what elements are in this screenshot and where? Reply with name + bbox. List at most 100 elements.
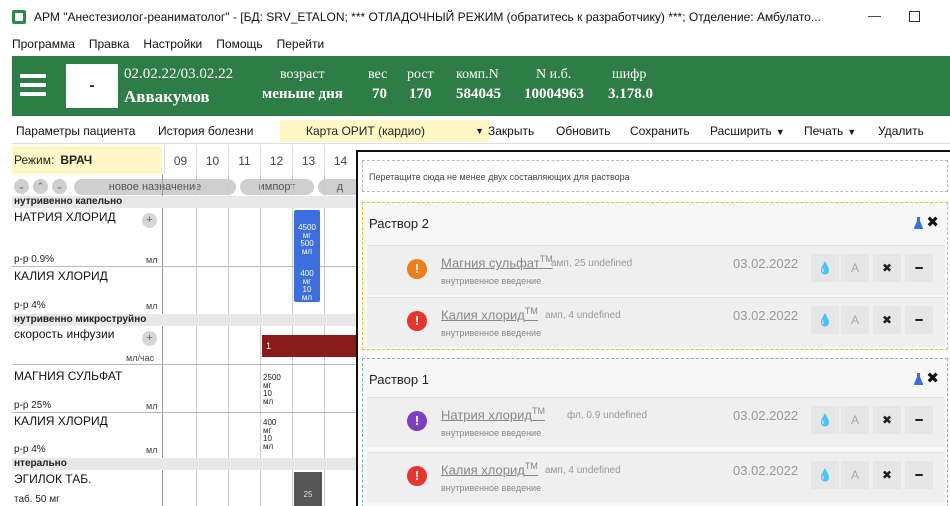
solution-item: ! Калия хлоридTM амп, 4 undefined внутри… [367,452,945,502]
menu-edit[interactable]: Правка [89,37,130,51]
scroll-up-icon[interactable]: ⌃ [33,179,48,194]
drug-link[interactable]: Калия хлоридTM [441,461,538,477]
minus-button[interactable]: ━ [905,406,933,434]
grid-line [162,174,163,506]
delete-button[interactable]: Удалить [878,124,924,138]
a-button[interactable]: A [841,254,869,282]
drug-detail: амп, 25 undefined [551,258,633,269]
scroll-down-icon[interactable]: ⌄ [14,179,29,194]
drop-zone[interactable]: Перетащите сюда не менее двух составляющ… [362,160,948,192]
expand-button[interactable]: Расширить ▼ [710,124,785,138]
chevron-down-icon[interactable]: ⌄ [52,179,67,194]
history-button[interactable]: История болезни [158,124,253,138]
hour-header: 12 [260,146,292,174]
menu-bar: Программа Правка Настройки Помощь Перейт… [0,34,338,54]
dose-label: мл [263,397,274,406]
drug-detail: амп, 4 undefined [545,465,621,476]
hour-header: 11 [228,146,260,174]
a-button[interactable]: A [841,461,869,489]
collapse-button[interactable]: - [66,64,118,108]
hour-header: 13 [292,146,324,174]
grid-controls: ⌄ ⌃ ⌄ новое назначение импорт д [12,177,358,195]
solution-title: Раствор 2 [369,216,429,231]
menu-help[interactable]: Помощь [216,37,262,51]
drug-concentration: р-р 4% [14,444,46,455]
case-value: 10004963 [524,86,584,102]
drug-concentration: р-р 4% [14,300,46,311]
drug-name: скорость инфузии [14,327,115,341]
drop-icon[interactable]: 💧 [811,406,839,434]
flask-icon[interactable] [914,217,923,229]
minus-button[interactable]: ━ [905,461,933,489]
drop-icon[interactable]: 💧 [811,306,839,334]
remove-button[interactable]: ✖ [873,406,901,434]
age-label: возраст [280,67,325,82]
chevron-down-icon: ▼ [475,126,484,136]
remove-button[interactable]: ✖ [873,461,901,489]
card-select[interactable]: Карта ОРИТ (кардио) ▼ [280,120,490,142]
minus-button[interactable]: ━ [905,306,933,334]
drug-link[interactable]: Магния сульфатTM [441,254,553,270]
trademark-label: TM [524,461,538,471]
add-icon[interactable]: + [142,331,157,346]
drug-name: КАЛИЯ ХЛОРИД [14,414,108,428]
flask-icon[interactable] [914,373,923,385]
drop-icon[interactable]: 💧 [811,254,839,282]
hamburger-menu-icon[interactable] [20,74,46,96]
title-bar: АРМ "Анестезиолог-реаниматолог" - [БД: S… [0,0,950,34]
chevron-down-icon: ▼ [775,127,785,137]
drug-link-label: Калия хлорид [441,462,525,478]
infusion-bar[interactable]: 4500 мг 500 мл 400 мг 10 мл [294,210,320,302]
drug-detail: фл, 0.9 undefined [567,410,648,421]
menu-goto[interactable]: Перейти [277,37,325,51]
remove-button[interactable]: ✖ [873,254,901,282]
drop-icon[interactable]: 💧 [811,461,839,489]
a-button[interactable]: A [841,406,869,434]
drug-route: внутривенное введение [441,483,542,493]
maximize-button[interactable] [909,11,920,22]
drug-route: внутривенное введение [441,428,542,438]
remove-button[interactable]: ✖ [873,306,901,334]
close-button[interactable]: Закрыть [488,124,534,138]
menu-settings[interactable]: Настройки [143,37,202,51]
drug-unit: мл/час [126,353,155,363]
drug-name: НАТРИЯ ХЛОРИД [14,210,116,224]
save-button[interactable]: Сохранить [630,124,690,138]
close-icon[interactable]: ✖ [926,369,939,387]
patient-params-button[interactable]: Параметры пациента [16,124,135,138]
mode-row: Режим: ВРАЧ [12,146,162,174]
assignment-grid: Режим: ВРАЧ 09 10 11 12 13 14 ⌄ ⌃ ⌄ новое… [12,146,358,506]
refresh-button[interactable]: Обновить [556,124,610,138]
chevron-down-icon: ▼ [847,127,857,137]
weight-label: вес [368,67,388,82]
print-button[interactable]: Печать ▼ [804,124,856,138]
group-header: нутривенно капельно [12,196,358,208]
drug-name: МАГНИЯ СУЛЬФАТ [14,369,123,383]
new-assignment-button[interactable]: новое назначение [74,179,236,195]
close-icon[interactable]: ✖ [926,213,939,231]
drug-link[interactable]: Калия хлоридTM [441,306,538,322]
dose-label: мл [263,442,274,451]
menu-program[interactable]: Программа [12,37,75,51]
add-icon[interactable]: + [142,213,157,228]
import-button[interactable]: импорт [240,179,314,195]
drug-unit: мл [146,445,158,455]
case-label: N и.б. [536,67,572,82]
comp-value: 584045 [456,86,501,102]
infusion-rate-bar[interactable]: 1 [262,335,358,357]
stay-dates: 02.02.22/03.02.22 [124,66,234,82]
cipher-value: 3.178.0 [608,86,653,102]
drug-concentration: таб. 50 мг [14,494,60,505]
a-button[interactable]: A [841,306,869,334]
row-divider [12,364,358,365]
drug-link[interactable]: Натрия хлоридTM [441,406,545,422]
tablet-dose-block[interactable]: 25 [294,472,322,506]
minus-button[interactable]: ━ [905,254,933,282]
hour-header: 10 [196,146,228,174]
group-header: нутривенно микроструйно [12,314,358,326]
height-label: рост [407,67,434,82]
solution-panel: Перетащите сюда не менее двух составляющ… [356,150,950,506]
toolbar: Параметры пациента История болезни Карта… [12,118,950,144]
minimize-button[interactable]: — [868,8,881,23]
hour-header: 09 [164,146,196,174]
